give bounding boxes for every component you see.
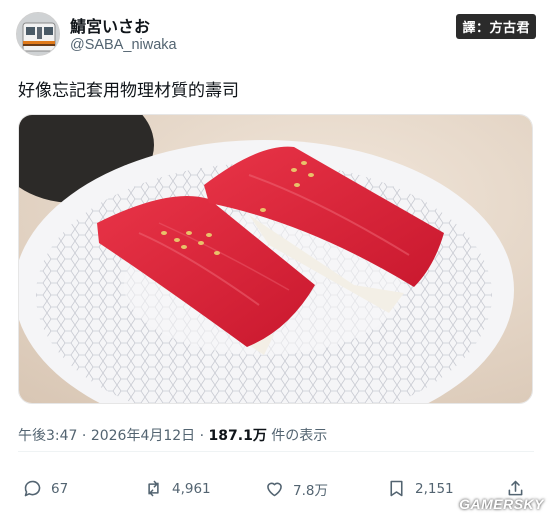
bookmark-button[interactable]: 2,151: [386, 478, 454, 499]
tweet-meta: 午後3:47 · 2026年4月12日 · 187.1万 件の表示: [18, 425, 327, 445]
reply-count: 67: [51, 480, 69, 497]
tweet-image[interactable]: [18, 114, 533, 404]
tweet-text: 好像忘記套用物理材質的壽司: [18, 81, 239, 101]
bookmark-icon: [390, 480, 403, 497]
gamersky-watermark: GAMERSKY: [459, 496, 544, 512]
like-button[interactable]: 7.8万: [264, 478, 328, 499]
like-count: 7.8万: [293, 482, 328, 499]
user-handle[interactable]: @SABA_niwaka: [70, 37, 177, 53]
bookmark-count: 2,151: [415, 480, 454, 497]
translator-badge: 譯：方古君: [456, 14, 536, 39]
reply-button[interactable]: 67: [22, 478, 68, 499]
meta-separator: ·: [195, 428, 209, 444]
tweet-time[interactable]: 午後3:47: [18, 428, 77, 444]
repost-icon: [148, 480, 159, 497]
heart-icon: [267, 482, 282, 497]
display-name[interactable]: 鯖宮いさお: [70, 13, 150, 37]
reply-icon: [24, 480, 41, 497]
view-count: 187.1万: [208, 428, 267, 444]
divider: [18, 451, 534, 452]
repost-count: 4,961: [172, 480, 211, 497]
view-suffix: 件の表示: [266, 428, 328, 444]
sushi-photo: [19, 115, 532, 403]
avatar[interactable]: [16, 12, 60, 56]
tweet-date[interactable]: 2026年4月12日: [91, 428, 195, 444]
repost-button[interactable]: 4,961: [143, 478, 211, 499]
avatar-train-image: [17, 13, 59, 55]
meta-separator: ·: [77, 428, 91, 444]
